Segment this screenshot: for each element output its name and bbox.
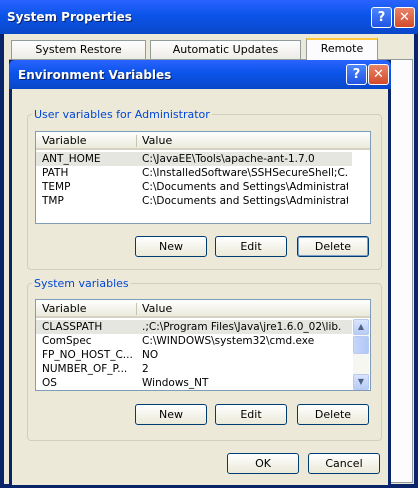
variable-name: ComSpec <box>42 335 92 347</box>
list-item[interactable]: CLASSPATH .;C:\Program Files\Java\jre1.6… <box>36 320 352 334</box>
tab-system-restore[interactable]: System Restore <box>11 40 146 59</box>
list-item[interactable]: PATH C:\InstalledSoftware\SSHSecureShell… <box>36 166 370 180</box>
variable-value: C:\JavaEE\Tools\apache-ant-1.7.0 <box>142 153 315 165</box>
user-edit-button[interactable]: Edit <box>215 236 287 257</box>
tab-automatic-updates[interactable]: Automatic Updates <box>150 40 301 59</box>
list-header: Variable Value <box>36 300 370 318</box>
variable-value: Windows_NT <box>142 377 209 389</box>
column-header-value[interactable]: Value <box>142 134 172 148</box>
variable-value: NO <box>142 349 159 361</box>
variable-value: C:\InstalledSoftware\SSHSecureShell;C... <box>142 167 348 179</box>
system-variables-scrollbar[interactable]: ▲ ▼ <box>353 319 369 390</box>
variable-value: C:\Documents and Settings\Administrat... <box>142 195 348 207</box>
outer-close-button[interactable]: ✕ <box>394 7 415 28</box>
user-variables-list[interactable]: Variable Value ANT_HOME C:\JavaEE\Tools\… <box>35 131 371 224</box>
variable-name: PATH <box>42 167 69 179</box>
user-variables-label: User variables for Administrator <box>32 108 212 121</box>
user-new-button[interactable]: New <box>135 236 207 257</box>
variable-value: C:\Documents and Settings\Administrat... <box>142 181 348 193</box>
list-item[interactable]: ComSpec C:\WINDOWS\system32\cmd.exe <box>36 334 352 348</box>
system-edit-button[interactable]: Edit <box>215 404 287 425</box>
list-item[interactable]: ANT_HOME C:\JavaEE\Tools\apache-ant-1.7.… <box>36 152 352 166</box>
list-item[interactable]: OS Windows_NT <box>36 376 352 390</box>
variable-name: NUMBER_OF_P... <box>42 363 128 375</box>
scroll-thumb[interactable] <box>353 336 369 354</box>
column-divider[interactable] <box>136 303 137 315</box>
variable-name: CLASSPATH <box>42 321 103 333</box>
column-divider[interactable] <box>136 135 137 147</box>
environment-variables-title: Environment Variables <box>18 68 172 82</box>
list-header: Variable Value <box>36 132 370 150</box>
cancel-button[interactable]: Cancel <box>308 453 380 474</box>
tab-remote[interactable]: Remote <box>306 38 378 60</box>
variable-name: OS <box>42 377 57 389</box>
ok-button[interactable]: OK <box>227 453 299 474</box>
system-properties-title: System Properties <box>7 10 132 24</box>
system-new-button[interactable]: New <box>135 404 207 425</box>
variable-name: ANT_HOME <box>42 153 101 165</box>
system-delete-button[interactable]: Delete <box>297 404 369 425</box>
variable-value: 2 <box>142 363 149 375</box>
list-item[interactable]: TEMP C:\Documents and Settings\Administr… <box>36 180 370 194</box>
column-header-value[interactable]: Value <box>142 302 172 316</box>
column-header-variable[interactable]: Variable <box>42 134 87 148</box>
system-variables-list[interactable]: Variable Value CLASSPATH .;C:\Program Fi… <box>35 299 371 391</box>
scroll-up-button[interactable]: ▲ <box>353 319 369 335</box>
help-button[interactable]: ? <box>346 64 367 85</box>
variable-value: .;C:\Program Files\Java\jre1.6.0_02\lib.… <box>142 321 342 333</box>
column-header-variable[interactable]: Variable <box>42 302 87 316</box>
user-delete-button[interactable]: Delete <box>297 236 369 257</box>
scroll-down-button[interactable]: ▼ <box>353 374 369 390</box>
system-variables-label: System variables <box>32 277 131 290</box>
outer-help-button[interactable]: ? <box>371 7 392 28</box>
list-item[interactable]: TMP C:\Documents and Settings\Administra… <box>36 194 370 208</box>
variable-name: TEMP <box>42 181 71 193</box>
variable-value: C:\WINDOWS\system32\cmd.exe <box>142 335 315 347</box>
close-button[interactable]: ✕ <box>368 64 389 85</box>
list-item[interactable]: FP_NO_HOST_C... NO <box>36 348 352 362</box>
variable-name: FP_NO_HOST_C... <box>42 349 133 361</box>
list-item[interactable]: NUMBER_OF_P... 2 <box>36 362 352 376</box>
variable-name: TMP <box>42 195 64 207</box>
